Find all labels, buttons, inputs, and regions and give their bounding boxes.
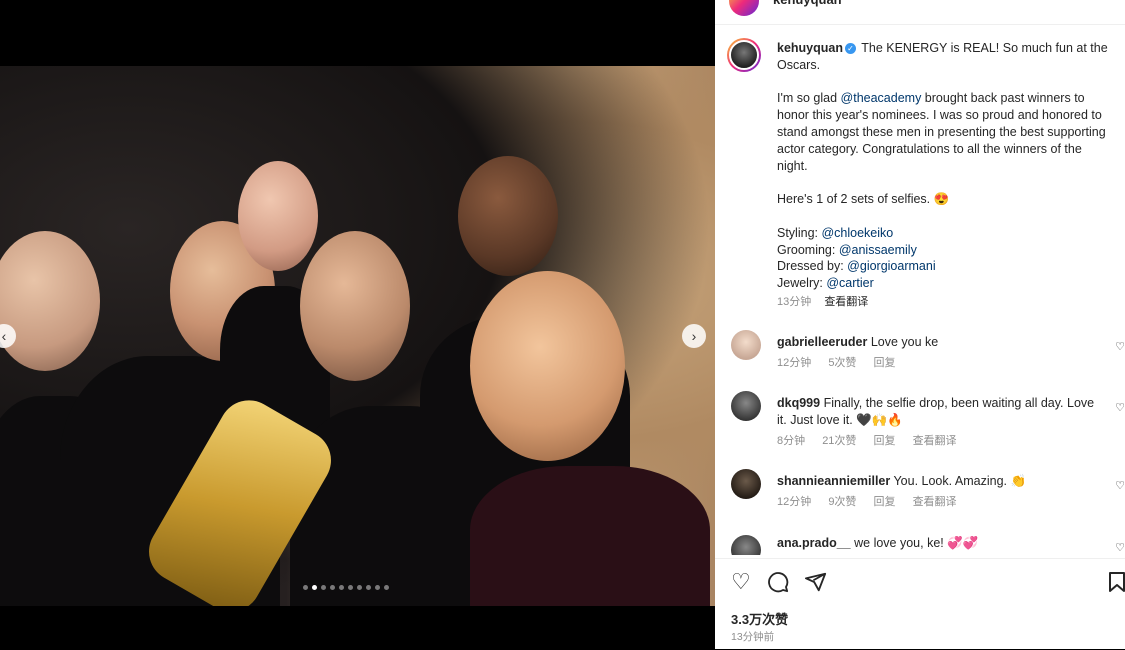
header-username[interactable]: kehuyquan [773,0,842,7]
comment-time: 8分钟 [777,434,806,447]
carousel-dot[interactable] [321,585,326,590]
comment-username[interactable]: gabrielleeruder [777,335,867,349]
comment-reply-button[interactable]: 回复 [874,496,896,508]
comment-likes[interactable]: 21次赞 [822,435,856,447]
comment-avatar[interactable] [731,391,761,421]
comment-translate-link[interactable]: 查看翻译 [913,435,957,447]
comment-text: we love you, ke! 💞💞 [854,536,979,550]
comment-text: Love you ke [870,335,939,349]
caption-time: 13分钟 [777,295,812,308]
credit-link-jewelry[interactable]: @cartier [826,276,873,290]
comment-icon[interactable] [767,571,789,597]
comment-text: You. Look. Amazing. 👏 [893,474,1027,488]
header-avatar[interactable] [729,0,759,16]
credit-link-styling[interactable]: @chloekeiko [821,226,893,240]
post-time: 13分钟前 [731,631,775,643]
comment-like-icon[interactable]: ♡ [1115,340,1125,353]
comment-time: 12分钟 [777,495,812,508]
comment-avatar[interactable] [731,469,761,499]
credit-link-dressed[interactable]: @giorgioarmani [847,259,935,273]
comment-text: Finally, the selfie drop, been waiting a… [777,396,1095,427]
carousel-dots [303,585,389,590]
post-photo[interactable] [0,66,715,606]
likes-count[interactable]: 3.3万次赞 [731,609,788,628]
comment-avatar[interactable] [731,535,761,555]
comment-username[interactable]: dkq999 [777,396,820,410]
post-panel: kehuyquan kehuyquan✓ The KENERGY is REAL… [715,0,1125,649]
comment-item: ana.prado__ we love you, ke! 💞💞 ♡ [727,535,1125,555]
comment-like-icon[interactable]: ♡ [1115,401,1125,414]
carousel-dot[interactable] [357,585,362,590]
post-actions: ♡ 3.3万次赞 13分钟前 [715,558,1125,650]
caption-meta: 13分钟 查看翻译 [777,294,1112,311]
credit-link-grooming[interactable]: @anissaemily [839,243,917,257]
comment-time: 12分钟 [777,356,812,369]
comment-likes[interactable]: 9次赞 [828,496,856,508]
author-avatar[interactable] [727,38,761,72]
comment-likes[interactable]: 5次赞 [828,357,856,369]
comment-username[interactable]: shannieanniemiller [777,474,890,488]
comment-reply-button[interactable]: 回复 [874,435,896,447]
comment-username[interactable]: ana.prado__ [777,536,851,550]
carousel-dot[interactable] [339,585,344,590]
carousel-dot[interactable] [330,585,335,590]
comment-reply-button[interactable]: 回复 [874,357,896,369]
heart-icon[interactable]: ♡ [731,571,751,593]
share-icon[interactable] [805,571,827,597]
post-header: kehuyquan [715,0,1125,25]
caption-selfies-note: Here's 1 of 2 sets of selfies. 😍 [777,192,950,207]
carousel-dot[interactable] [384,585,389,590]
caption-translate-link[interactable]: 查看翻译 [824,296,868,308]
post-media: ‹ › [0,0,715,649]
comment-translate-link[interactable]: 查看翻译 [913,496,957,508]
carousel-dot[interactable] [303,585,308,590]
bookmark-icon[interactable] [1107,571,1125,597]
carousel-dot[interactable] [375,585,380,590]
carousel-dot[interactable] [312,585,317,590]
comment-like-icon[interactable]: ♡ [1115,541,1125,554]
comment-avatar[interactable] [731,330,761,360]
comment-like-icon[interactable]: ♡ [1115,479,1125,492]
mention-link[interactable]: @theacademy [841,91,922,105]
carousel-dot[interactable] [366,585,371,590]
carousel-dot[interactable] [348,585,353,590]
verified-badge-icon: ✓ [845,43,856,55]
credits-list: Styling: @chloekeiko Grooming: @anissaem… [777,225,936,291]
caption-paragraph: I'm so glad @theacademy brought back pas… [777,91,1106,173]
author-username[interactable]: kehuyquan [777,41,843,55]
carousel-next-button[interactable]: › [682,324,706,348]
